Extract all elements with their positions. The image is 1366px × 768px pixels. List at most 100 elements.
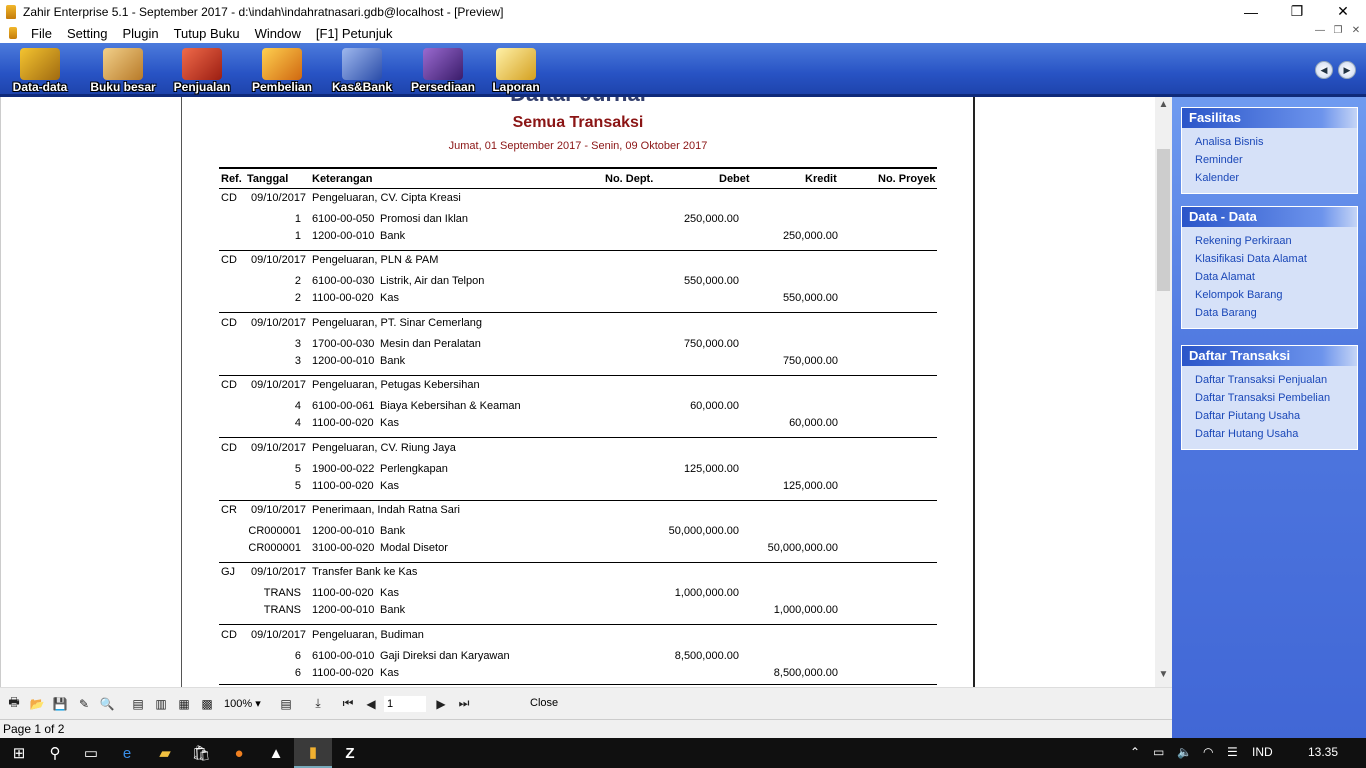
- firefox-icon[interactable]: ●: [220, 738, 258, 768]
- page-setup-icon[interactable]: ▤: [278, 696, 294, 711]
- entry-header: GJ 09/10/2017 Transfer Bank ke Kas: [219, 566, 937, 580]
- link-data-barang[interactable]: Data Barang: [1182, 304, 1357, 322]
- line-number: 6: [294, 667, 301, 679]
- mdi-close-button[interactable]: ✕: [1346, 25, 1366, 41]
- toolbar-penjualan-button[interactable]: Penjualan: [165, 46, 239, 94]
- store-icon[interactable]: 🛍: [182, 738, 220, 768]
- scroll-up-icon[interactable]: ▲: [1155, 99, 1172, 114]
- link-klasifikasi-data-alamat[interactable]: Klasifikasi Data Alamat: [1182, 250, 1357, 268]
- file-explorer-icon[interactable]: ▰: [146, 738, 184, 768]
- entry-ref: CD: [221, 317, 237, 329]
- volume-icon[interactable]: 🔈: [1177, 745, 1192, 759]
- app-icon-small[interactable]: [9, 27, 17, 39]
- menu-file[interactable]: File: [31, 26, 52, 41]
- scroll-thumb[interactable]: [1157, 149, 1170, 291]
- col-ref: Ref.: [221, 173, 242, 185]
- language-indicator[interactable]: IND: [1252, 745, 1273, 759]
- menu-help[interactable]: [F1] Petunjuk: [316, 26, 393, 41]
- photos-icon[interactable]: ▲: [257, 738, 295, 768]
- app-icon: [6, 4, 16, 19]
- two-pages-icon[interactable]: ▦: [176, 696, 192, 711]
- page-width-icon[interactable]: ▤: [130, 696, 146, 711]
- toolbar-laporan-button[interactable]: Laporan: [479, 46, 553, 94]
- entry-ref: GJ: [221, 566, 236, 578]
- entry-description: Pengeluaran, CV. Cipta Kreasi: [312, 192, 461, 204]
- entry-header: CR 09/10/2017 Penerimaan, Indah Ratna Sari: [219, 504, 937, 518]
- link-kalender[interactable]: Kalender: [1182, 169, 1357, 187]
- line-account: 1900-00-022: [312, 463, 375, 475]
- minimize-button[interactable]: —: [1228, 0, 1274, 23]
- wifi-icon[interactable]: ◠: [1203, 745, 1213, 759]
- whole-page-icon[interactable]: ▥: [153, 696, 169, 711]
- menu-tutup-buku[interactable]: Tutup Buku: [174, 26, 240, 41]
- toolbar-kas-bank-button[interactable]: Kas&Bank: [325, 46, 399, 94]
- action-center-icon[interactable]: ☰: [1227, 745, 1238, 759]
- four-pages-icon[interactable]: ▩: [199, 696, 215, 711]
- battery-icon[interactable]: ▭: [1153, 745, 1164, 759]
- page-number-input[interactable]: 1: [384, 696, 426, 712]
- find-icon[interactable]: 🔍: [99, 696, 115, 711]
- restore-button[interactable]: ❐: [1274, 0, 1320, 23]
- entry-line: 2 6100-00-030 Listrik, Air dan Telpon 550,0…: [219, 275, 937, 289]
- journal-entry: CD 09/10/2017 Pengeluaran, Budiman 6 6100-00…: [219, 626, 937, 685]
- prev-page-icon[interactable]: ◀: [363, 696, 379, 711]
- entry-description: Pengeluaran, PLN & PAM: [312, 254, 439, 266]
- edge-browser-icon[interactable]: e: [108, 738, 146, 768]
- menu-setting[interactable]: Setting: [67, 26, 107, 41]
- toolbar-buku-besar-button[interactable]: Buku besar: [86, 46, 160, 94]
- open-icon[interactable]: 📂: [29, 696, 45, 711]
- menu-window[interactable]: Window: [255, 26, 301, 41]
- zoom-select[interactable]: 100% ▾: [224, 696, 270, 712]
- report-subtitle: Semua Transaksi: [512, 114, 644, 131]
- print-icon[interactable]: 🖶: [6, 695, 22, 711]
- line-debet: 550,000.00: [683, 275, 739, 287]
- vertical-scrollbar[interactable]: ▲ ▼: [1155, 97, 1172, 687]
- next-page-icon[interactable]: ▶: [433, 696, 449, 711]
- toolbar-persediaan-button[interactable]: Persediaan: [406, 46, 480, 94]
- line-account: 1100-00-020: [312, 480, 374, 492]
- line-kredit: 60,000.00: [789, 417, 838, 429]
- save-icon[interactable]: 💾: [52, 696, 68, 711]
- scroll-down-icon[interactable]: ▼: [1155, 669, 1172, 684]
- toolbar-pembelian-button[interactable]: Pembelian: [245, 46, 319, 94]
- line-account: 1200-00-010: [312, 230, 375, 242]
- col-kredit: Kredit: [805, 173, 837, 185]
- link-daftar-transaksi-pembelian[interactable]: Daftar Transaksi Pembelian: [1182, 389, 1357, 407]
- nav-back-icon[interactable]: ◀: [1315, 61, 1333, 79]
- line-account: 1100-00-020: [312, 292, 374, 304]
- report-title: Daftar Jurnal: [183, 97, 973, 107]
- toolbar-data-data-button[interactable]: Data-data: [3, 46, 77, 94]
- line-kredit: 125,000.00: [782, 480, 838, 492]
- clock[interactable]: 13.35: [1308, 745, 1338, 759]
- task-view-icon[interactable]: ▭: [72, 738, 110, 768]
- windows-start-icon[interactable]: ⊞: [0, 738, 38, 768]
- line-number: 4: [294, 400, 301, 412]
- first-page-icon[interactable]: ⏮: [340, 696, 356, 711]
- line-account: 6100-00-030: [312, 275, 375, 287]
- link-analisa-bisnis[interactable]: Analisa Bisnis: [1182, 133, 1357, 151]
- zahir-z-taskbar-icon[interactable]: Z: [331, 738, 369, 768]
- link-reminder[interactable]: Reminder: [1182, 151, 1357, 169]
- nav-forward-icon[interactable]: ▶: [1338, 61, 1356, 79]
- link-daftar-hutang-usaha[interactable]: Daftar Hutang Usaha: [1182, 425, 1357, 443]
- zahir-taskbar-icon[interactable]: ▮: [294, 738, 332, 768]
- tray-chevron-icon[interactable]: ⌃: [1130, 745, 1140, 759]
- link-daftar-transaksi-penjualan[interactable]: Daftar Transaksi Penjualan: [1182, 371, 1357, 389]
- close-preview-button[interactable]: Close: [530, 697, 558, 709]
- search-icon[interactable]: ⚲: [36, 738, 74, 768]
- close-window-button[interactable]: ✕: [1320, 0, 1366, 23]
- export-icon[interactable]: ⤓: [310, 696, 326, 711]
- link-rekening-perkiraan[interactable]: Rekening Perkiraan: [1182, 232, 1357, 250]
- menu-plugin[interactable]: Plugin: [122, 26, 158, 41]
- journal-entry: CD 09/10/2017 Pengeluaran, CV. Cipta Kreas…: [219, 189, 937, 251]
- link-data-alamat[interactable]: Data Alamat: [1182, 268, 1357, 286]
- link-kelompok-barang[interactable]: Kelompok Barang: [1182, 286, 1357, 304]
- edit-report-icon[interactable]: ✎: [76, 696, 92, 711]
- last-page-icon[interactable]: ⏭: [456, 696, 472, 711]
- mdi-minimize-button[interactable]: —: [1310, 25, 1330, 41]
- warehouse-icon: [423, 48, 463, 80]
- mdi-restore-button[interactable]: ❐: [1328, 25, 1348, 41]
- line-account-name: Kas: [380, 417, 399, 429]
- link-daftar-piutang-usaha[interactable]: Daftar Piutang Usaha: [1182, 407, 1357, 425]
- line-account: 1100-00-020: [312, 417, 374, 429]
